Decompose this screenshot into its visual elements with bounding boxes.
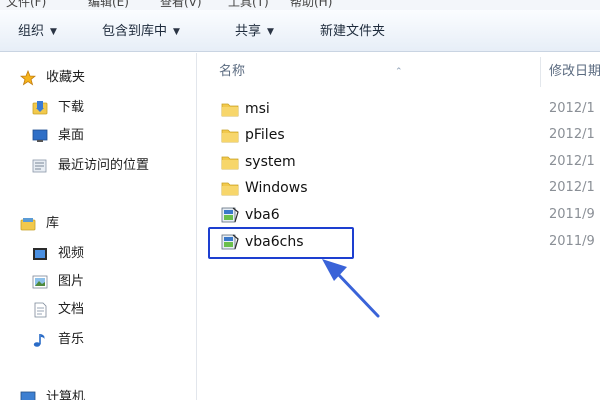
organize-label: 组织 bbox=[18, 24, 45, 39]
menu-bar: 文件(F) 编辑(E) 查看(V) 工具(T) 帮助(H) bbox=[0, 0, 600, 10]
recent-places-icon bbox=[32, 159, 47, 173]
video-icon bbox=[33, 248, 47, 260]
column-header-name[interactable]: 名称 ⌃ bbox=[219, 61, 539, 83]
file-name: vba6chs bbox=[245, 234, 304, 250]
menu-edit[interactable]: 编辑(E) bbox=[88, 0, 129, 10]
sidebar-item-videos[interactable]: 视频 bbox=[32, 243, 190, 265]
file-name: msi bbox=[245, 101, 270, 117]
menu-view[interactable]: 查看(V) bbox=[160, 0, 202, 10]
file-name: Windows bbox=[245, 180, 308, 196]
file-name: vba6 bbox=[245, 207, 280, 223]
sidebar-item-music[interactable]: 音乐 bbox=[32, 329, 190, 351]
sidebar-item-label: 文档 bbox=[58, 302, 85, 317]
picture-icon bbox=[32, 275, 48, 289]
sidebar-item-label: 图片 bbox=[58, 274, 85, 289]
document-icon bbox=[34, 302, 47, 318]
desktop-icon bbox=[32, 129, 48, 142]
menu-file[interactable]: 文件(F) bbox=[6, 0, 46, 10]
sidebar-item-pictures[interactable]: 图片 bbox=[32, 271, 190, 293]
sidebar-item-label: 音乐 bbox=[58, 332, 85, 347]
sidebar-item-recent-places[interactable]: 最近访问的位置 bbox=[32, 155, 197, 177]
installer-icon bbox=[221, 207, 239, 223]
sidebar-item-label: 收藏夹 bbox=[46, 70, 86, 85]
file-date: 2012/1 bbox=[549, 180, 595, 195]
file-row-system[interactable]: system 2012/1 bbox=[197, 150, 600, 174]
folder-icon bbox=[221, 182, 239, 196]
file-date: 2012/1 bbox=[549, 127, 595, 142]
command-bar: 组织 ▼ 包含到库中 ▼ 共享 ▼ 新建文件夹 bbox=[0, 10, 600, 52]
new-folder-button[interactable]: 新建文件夹 bbox=[320, 21, 385, 43]
sidebar-item-label: 计算机 bbox=[46, 390, 86, 400]
sidebar-item-libraries[interactable]: 库 bbox=[20, 213, 190, 235]
menu-tools[interactable]: 工具(T) bbox=[228, 0, 269, 10]
folder-icon bbox=[221, 129, 239, 143]
file-date: 2012/1 bbox=[549, 101, 595, 116]
file-row-windows[interactable]: Windows 2012/1 bbox=[197, 176, 600, 200]
sidebar-item-downloads[interactable]: 下载 bbox=[32, 97, 190, 119]
share-button[interactable]: 共享 ▼ bbox=[235, 21, 274, 43]
file-date: 2012/1 bbox=[549, 154, 595, 169]
installer-icon bbox=[221, 234, 239, 250]
folder-icon bbox=[221, 103, 239, 117]
computer-icon bbox=[20, 391, 36, 400]
share-label: 共享 bbox=[235, 24, 262, 39]
sidebar-item-label: 库 bbox=[46, 216, 60, 231]
column-divider[interactable] bbox=[540, 57, 541, 87]
file-row-vba6[interactable]: vba6 2011/9 bbox=[197, 203, 600, 227]
chevron-down-icon: ▼ bbox=[267, 27, 274, 37]
sidebar-item-label: 下载 bbox=[58, 100, 85, 115]
new-folder-label: 新建文件夹 bbox=[320, 24, 386, 39]
sidebar-item-computer[interactable]: 计算机 bbox=[20, 387, 190, 400]
file-date: 2011/9 bbox=[549, 234, 595, 249]
column-header-label: 名称 bbox=[219, 64, 246, 79]
sidebar-item-documents[interactable]: 文档 bbox=[32, 299, 190, 321]
include-in-library-button[interactable]: 包含到库中 ▼ bbox=[102, 21, 180, 43]
folder-icon bbox=[221, 156, 239, 170]
file-row-vba6chs[interactable]: vba6chs 2011/9 bbox=[197, 230, 600, 254]
column-header-modified[interactable]: 修改日期 bbox=[549, 61, 600, 83]
music-icon bbox=[33, 334, 45, 347]
include-in-library-label: 包含到库中 bbox=[102, 24, 168, 39]
file-row-pfiles[interactable]: pFiles 2012/1 bbox=[197, 123, 600, 147]
sidebar-item-desktop[interactable]: 桌面 bbox=[32, 125, 190, 147]
navigation-pane: 收藏夹 下载 桌面 最近访问的位置 库 视频 图片 文档 音乐 计算机 bbox=[0, 53, 197, 400]
sort-arrow-icon: ⌃ bbox=[395, 67, 403, 77]
file-row-msi[interactable]: msi 2012/1 bbox=[197, 97, 600, 121]
menu-help[interactable]: 帮助(H) bbox=[290, 0, 332, 10]
sidebar-item-label: 最近访问的位置 bbox=[58, 158, 150, 173]
chevron-down-icon: ▼ bbox=[173, 27, 180, 37]
library-icon bbox=[20, 218, 36, 231]
sidebar-item-label: 桌面 bbox=[58, 128, 85, 143]
sidebar-item-label: 视频 bbox=[58, 246, 85, 261]
download-folder-icon bbox=[32, 101, 48, 115]
chevron-down-icon: ▼ bbox=[50, 27, 57, 37]
star-icon bbox=[20, 70, 36, 86]
sidebar-item-favorites[interactable]: 收藏夹 bbox=[20, 67, 190, 89]
column-header-label: 修改日期 bbox=[549, 64, 600, 79]
file-date: 2011/9 bbox=[549, 207, 595, 222]
file-list: 名称 ⌃ 修改日期 msi 2012/1 pFiles 2012/1 syste… bbox=[197, 53, 600, 400]
organize-button[interactable]: 组织 ▼ bbox=[18, 21, 57, 43]
file-name: pFiles bbox=[245, 127, 285, 143]
file-name: system bbox=[245, 154, 296, 170]
